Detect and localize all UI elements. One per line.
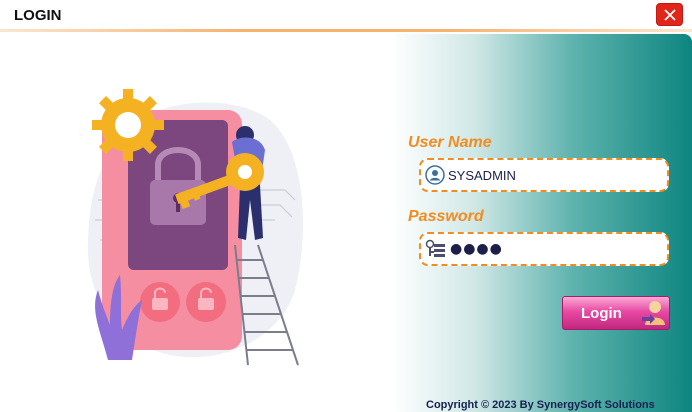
password-label: Password — [408, 208, 484, 225]
user-icon — [425, 165, 445, 185]
title-divider — [0, 29, 692, 32]
username-value: SYSADMIN — [448, 168, 516, 183]
password-field[interactable]: ●●●● — [419, 232, 669, 266]
user-login-icon — [642, 301, 665, 325]
window-title: LOGIN — [14, 7, 62, 24]
password-value: ●●●● — [450, 241, 503, 257]
username-label: User Name — [408, 134, 492, 151]
title-bar: LOGIN — [0, 0, 692, 32]
key-icon — [425, 239, 445, 257]
security-illustration — [87, 89, 303, 366]
login-button-label: Login — [581, 305, 622, 322]
close-button[interactable] — [656, 3, 683, 26]
gear-icon — [92, 89, 164, 161]
copyright-text: Copyright © 2023 By SynergySoft Solution… — [426, 399, 655, 411]
login-button[interactable]: Login — [562, 296, 670, 330]
close-icon — [664, 9, 676, 21]
username-field[interactable]: SYSADMIN — [419, 158, 669, 192]
